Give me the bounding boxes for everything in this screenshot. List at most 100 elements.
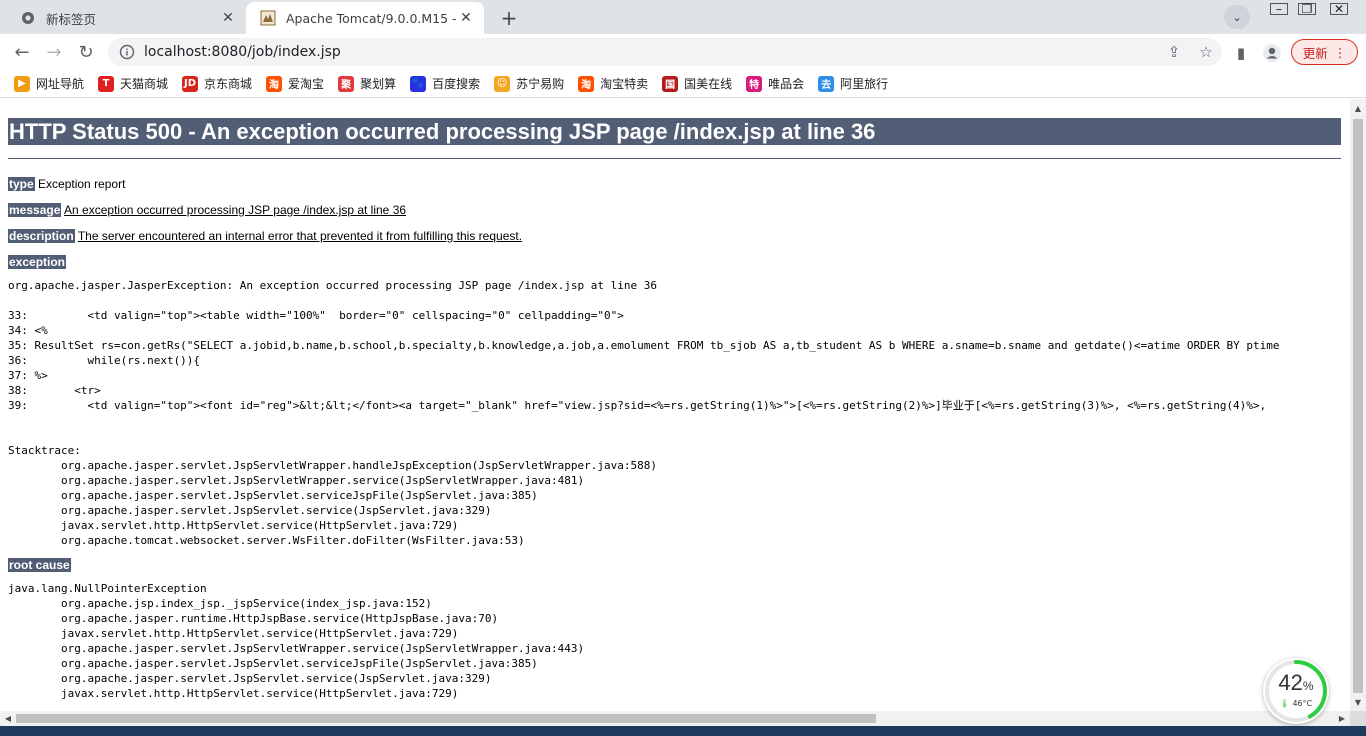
bookmark-item[interactable]: 聚聚划算 (338, 75, 396, 92)
new-tab-button[interactable]: + (496, 5, 522, 31)
arrow-right-icon: → (46, 41, 62, 63)
scroll-up-icon[interactable]: ▲ (1350, 101, 1366, 115)
share-icon[interactable]: ⇪ (1158, 43, 1190, 61)
reload-icon: ↻ (78, 41, 94, 63)
tab-new-tab[interactable]: 新标签页 ✕ (6, 2, 246, 34)
bookmark-item[interactable]: ▶ 网址导航 (14, 75, 84, 92)
temperature-value: 46°C (1292, 699, 1313, 708)
profile-icon[interactable] (1261, 42, 1283, 64)
root-cause-row: root cause (8, 552, 1341, 578)
restore-icon: ❐ (1298, 2, 1316, 16)
bookmarks-bar: ▶ 网址导航 T 天猫商城 JD 京东商城淘爱淘宝聚聚划算 🐾 百度搜索 ☺ 苏宁易购淘淘宝特卖国… (0, 70, 1366, 98)
scroll-right-icon[interactable]: ▶ (1335, 711, 1349, 726)
info-icon[interactable] (118, 43, 136, 61)
bookmark-item[interactable]: ☺ 苏宁易购 (494, 75, 564, 92)
bookmark-item[interactable]: 国国美在线 (662, 75, 732, 92)
scroll-down-icon[interactable]: ▼ (1350, 695, 1366, 709)
type-row: type Exception report (8, 171, 1341, 197)
bookmark-item[interactable]: 淘淘宝特卖 (578, 75, 648, 92)
window-close-button[interactable]: ✕ (1322, 0, 1356, 18)
jd-icon: JD (182, 75, 199, 92)
bookmark-label: 苏宁易购 (516, 77, 565, 91)
root-cause-label: root cause (8, 558, 71, 572)
update-label: 更新 (1302, 45, 1328, 61)
message-value: An exception occurred processing JSP pag… (64, 203, 407, 217)
scroll-left-icon[interactable]: ◀ (1, 711, 15, 726)
temperature-readout: 🌡 46°C (1263, 699, 1329, 708)
taobao-icon: 淘 (266, 75, 283, 92)
close-icon: ✕ (1330, 2, 1348, 16)
gome-icon: 国 (662, 75, 679, 92)
bookmark-label: 唯品会 (768, 77, 805, 91)
tab-title: 新标签页 (46, 11, 97, 27)
star-icon[interactable]: ☆ (1190, 43, 1222, 61)
bookmark-item[interactable]: 去阿里旅行 (818, 75, 888, 92)
chevron-down-icon: ⌄ (1232, 10, 1242, 24)
minimize-icon: – (1270, 2, 1288, 16)
message-row: message An exception occurred processing… (8, 197, 1341, 223)
bookmark-item[interactable]: JD 京东商城 (182, 75, 252, 92)
vertical-scrollbar[interactable]: ▲ ▼ (1350, 99, 1366, 711)
bookmark-label: 聚划算 (360, 77, 397, 91)
close-icon[interactable]: ✕ (220, 10, 236, 26)
error-page: HTTP Status 500 - An exception occurred … (8, 118, 1341, 701)
tab-search-button[interactable]: ⌄ (1224, 5, 1250, 29)
divider (8, 158, 1341, 159)
tmall-icon: T (98, 75, 115, 92)
usage-value: 42 (1278, 670, 1303, 695)
vip-icon: 特 (746, 75, 763, 92)
bookmark-label: 百度搜索 (432, 77, 481, 91)
page-viewport: HTTP Status 500 - An exception occurred … (0, 99, 1350, 711)
maximize-button[interactable]: ❐ (1290, 0, 1324, 18)
scrollbar-corner (1350, 711, 1366, 726)
arrow-left-icon: ← (14, 41, 30, 63)
taobao-sale-icon: 淘 (578, 75, 595, 92)
reload-button[interactable]: ↻ (72, 38, 100, 66)
bookmark-item[interactable]: T 天猫商城 (98, 75, 168, 92)
description-value: The server encountered an internal error… (77, 229, 523, 243)
plus-icon: + (500, 6, 518, 30)
url-text[interactable]: localhost:8080/job/index.jsp (144, 44, 1158, 60)
bookmark-label: 国美在线 (684, 77, 733, 91)
side-panel-icon[interactable]: ▮ (1230, 42, 1252, 64)
performance-widget[interactable]: 42% 🌡 46°C (1263, 658, 1329, 724)
bookmark-item[interactable]: 🐾 百度搜索 (410, 75, 480, 92)
root-cause-trace: java.lang.NullPointerException org.apach… (8, 582, 585, 700)
bookmark-label: 爱淘宝 (288, 77, 325, 91)
bookmark-item[interactable]: 特唯品会 (746, 75, 804, 92)
arrow-icon: ▶ (14, 75, 30, 92)
scroll-thumb[interactable] (1353, 119, 1363, 693)
back-button[interactable]: ← (8, 38, 36, 66)
forward-button[interactable]: → (40, 38, 68, 66)
exception-label: exception (8, 255, 67, 269)
bookmark-label: 淘宝特卖 (600, 77, 649, 91)
tomcat-icon (260, 10, 276, 26)
suning-icon: ☺ (494, 75, 511, 92)
bookmark-item[interactable]: 淘爱淘宝 (266, 75, 324, 92)
exception-row: exception (8, 249, 1341, 275)
tab-title: Apache Tomcat/9.0.0.M15 - Err (286, 10, 458, 26)
address-bar[interactable]: localhost:8080/job/index.jsp ⇪ ☆ (108, 38, 1222, 66)
type-value: Exception report (38, 177, 126, 191)
tab-strip: 新标签页 ✕ Apache Tomcat/9.0.0.M15 - Err ✕ +… (0, 0, 1366, 34)
usage-percent: 42% (1263, 670, 1329, 696)
percent-sign: % (1302, 679, 1314, 693)
browser-toolbar: ← → ↻ localhost:8080/job/index.jsp ⇪ ☆ ▮… (0, 34, 1366, 70)
chrome-icon (20, 10, 36, 26)
scroll-thumb[interactable] (16, 714, 876, 723)
type-label: type (8, 177, 35, 191)
horizontal-scrollbar[interactable]: ◀ ▶ (0, 711, 1350, 726)
update-button[interactable]: 更新 ⋮ (1291, 39, 1358, 65)
tab-tomcat-error[interactable]: Apache Tomcat/9.0.0.M15 - Err ✕ (246, 2, 484, 34)
bookmark-label: 阿里旅行 (840, 77, 889, 91)
bookmark-label: 京东商城 (204, 77, 253, 91)
page-title: HTTP Status 500 - An exception occurred … (8, 118, 1341, 145)
more-vert-icon: ⋮ (1333, 44, 1347, 60)
description-row: description The server encountered an in… (8, 223, 1341, 249)
exception-trace: org.apache.jasper.JasperException: An ex… (8, 279, 1280, 547)
bookmark-label: 天猫商城 (120, 77, 169, 91)
baidu-icon: 🐾 (410, 75, 427, 92)
juhuasuan-icon: 聚 (338, 75, 355, 92)
close-icon[interactable]: ✕ (458, 10, 474, 26)
description-label: description (8, 229, 75, 243)
